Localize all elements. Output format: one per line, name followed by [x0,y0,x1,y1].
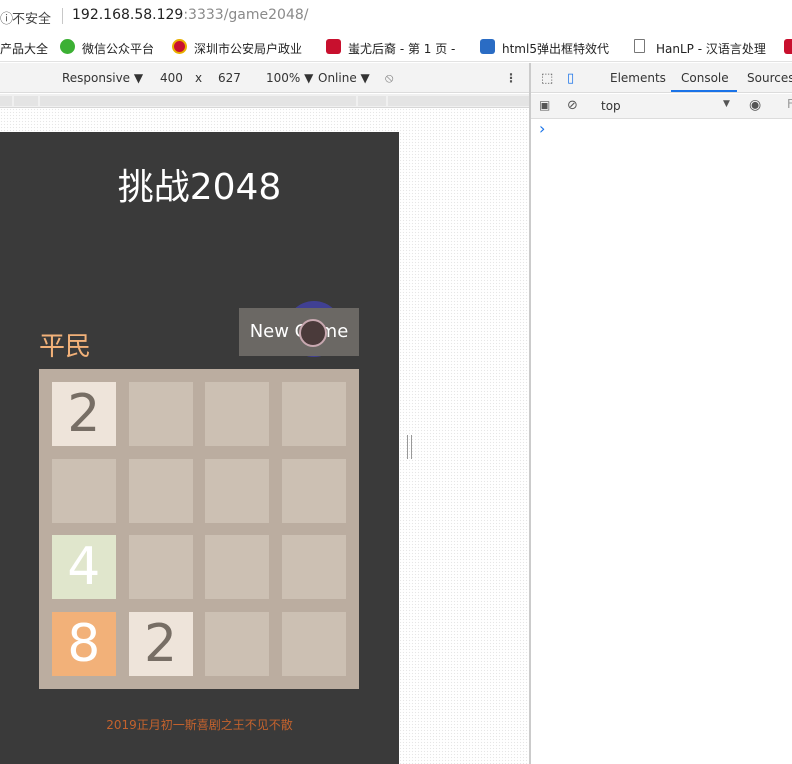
empty-cell [282,381,347,446]
more-options-icon[interactable]: ⋮ [505,71,517,85]
clear-console-icon[interactable]: ⊘ [567,98,578,113]
empty-cell [282,458,347,523]
dimension-separator: x [195,71,203,85]
console-toolbar: ▣ ⊘ top ▼ ◉ F [531,94,792,119]
police-icon [172,39,187,54]
url-text[interactable]: 192.168.58.129:3333/game2048/ [72,7,308,23]
empty-cell [282,612,347,677]
game-title: 挑战2048 [117,167,282,208]
bookmark-hanlp[interactable]: HanLP - 汉语言处理 [656,40,766,57]
game-page: 挑战2048 平民 New Game 2482 2019正月初一斯喜剧之王不见不… [0,132,399,764]
bookmark-police[interactable]: 深圳市公安局户政业 [194,40,302,57]
empty-cell [205,612,270,677]
url-path: :3333/game2048/ [183,7,309,23]
viewport-height-input[interactable]: 627 [218,71,241,85]
tab-console[interactable]: Console [681,71,729,85]
empty-cell [128,381,193,446]
footer-text: 2019正月初一斯喜剧之王不见不散 [106,718,293,732]
empty-cell [205,535,270,600]
device-toolbar: Responsive ▼ 400 x 627 100% ▼ Online ▼ ⦸… [0,63,530,93]
bookmark-wechat[interactable]: 微信公众平台 [82,40,154,57]
active-tab-indicator [671,90,737,92]
tile-2: 2 [128,612,193,677]
bookmark-chiyou[interactable]: 蚩尤后裔 - 第 1 页 - [348,40,455,57]
device-toggle-icon[interactable]: ▯ [567,71,574,86]
context-select[interactable]: top [601,99,621,113]
c-logo-icon [326,39,341,54]
bookmark-products[interactable]: 产品大全 [0,40,48,57]
devtools-tabbar: ⬚ ▯ Elements Console Sources [531,63,792,93]
filter-input[interactable]: F [787,97,792,111]
bookmarks-bar: 产品大全 微信公众平台 深圳市公安局户政业 蚩尤后裔 - 第 1 页 - htm… [0,32,792,62]
cursor-indicator [299,319,327,347]
overflow-bookmark-icon[interactable] [784,39,792,54]
address-bar[interactable]: ⓘ 不安全 192.168.58.129:3333/game2048/ [0,0,792,32]
eye-icon[interactable]: ◉ [749,97,761,113]
tile-4: 4 [51,535,116,600]
security-label[interactable]: 不安全 [12,8,51,27]
rank-label: 平民 [39,332,92,362]
sidebar-toggle-icon[interactable]: ▣ [539,98,550,112]
resize-handle[interactable] [407,435,412,459]
console-output[interactable]: › [531,119,792,764]
wechat-icon [60,39,75,54]
empty-cell [128,535,193,600]
v-logo-icon [480,39,495,54]
network-select[interactable]: Online ▼ [318,71,370,85]
media-query-ruler[interactable] [0,94,530,108]
rotate-icon[interactable]: ⦸ [385,71,393,86]
address-separator [62,8,63,24]
inspect-icon[interactable]: ⬚ [541,71,553,86]
tab-sources[interactable]: Sources [747,71,792,85]
chevron-down-icon[interactable]: ▼ [723,99,730,109]
tile-2: 2 [51,381,116,446]
empty-cell [128,458,193,523]
viewport-width-input[interactable]: 400 [160,71,183,85]
url-host: 192.168.58.129 [72,7,184,23]
tab-elements[interactable]: Elements [610,71,666,85]
tile-8: 8 [51,612,116,677]
empty-cell [51,458,116,523]
console-prompt[interactable]: › [539,119,545,138]
empty-cell [205,381,270,446]
page-icon [634,39,645,53]
game-board[interactable]: 2482 [39,369,359,689]
empty-cell [282,535,347,600]
bookmark-html5[interactable]: html5弹出框特效代 [502,40,609,57]
zoom-select[interactable]: 100% ▼ [266,71,313,85]
empty-cell [205,458,270,523]
device-mode-select[interactable]: Responsive ▼ [62,71,143,85]
